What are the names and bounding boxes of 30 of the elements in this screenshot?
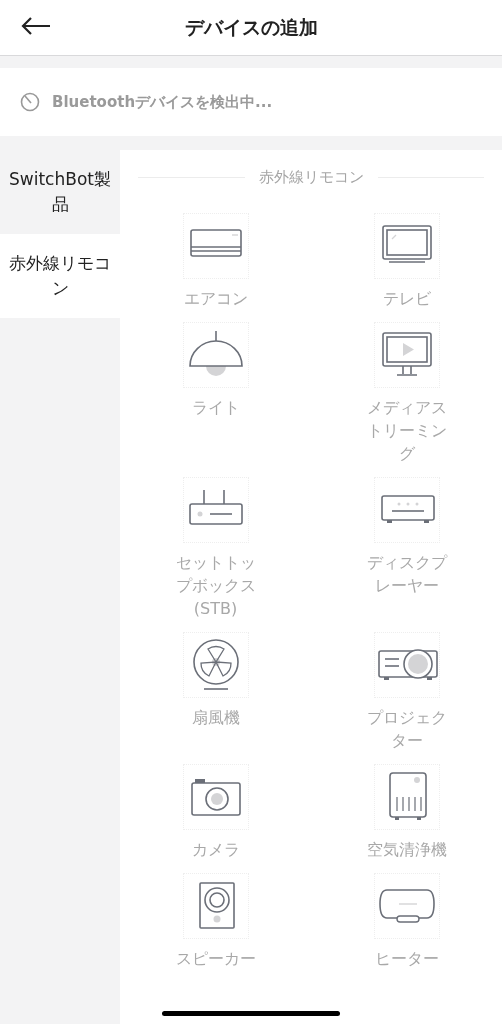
device-label: カメラ <box>190 838 241 861</box>
device-label: スピーカー <box>174 947 257 970</box>
device-label: セットトップボックス(STB) <box>174 551 257 620</box>
device-tile[interactable]: 空気清浄機 <box>311 763 502 861</box>
page-title: デバイスの追加 <box>184 15 318 41</box>
section-title: 赤外線リモコン <box>258 167 364 188</box>
device-label: 扇風機 <box>190 706 241 729</box>
device-label: ディスクプレーヤー <box>365 551 449 597</box>
device-tile[interactable]: エアコン <box>120 212 311 310</box>
scanning-status: Bluetoothデバイスを検出中... <box>52 91 273 113</box>
device-tile[interactable]: ライト <box>120 321 311 465</box>
device-label: エアコン <box>182 287 249 310</box>
device-label: ヒーター <box>373 947 440 970</box>
device-tile[interactable]: スピーカー <box>120 872 311 970</box>
device-label: プロジェクター <box>365 706 448 752</box>
device-label: 空気清浄機 <box>365 838 448 861</box>
device-tile[interactable]: メディアストリーミング <box>311 321 502 465</box>
back-arrow-icon <box>20 16 52 36</box>
device-label: テレビ <box>381 287 432 310</box>
device-tile[interactable]: セットトップボックス(STB) <box>120 476 311 620</box>
device-tile[interactable]: 扇風機 <box>120 631 311 752</box>
device-tile[interactable]: ヒーター <box>311 872 502 970</box>
device-label: ライト <box>190 396 241 419</box>
category-tab[interactable]: 赤外線リモコン <box>0 234 120 318</box>
timer-icon <box>20 92 40 112</box>
device-label: メディアストリーミング <box>365 396 448 465</box>
device-tile[interactable]: ディスクプレーヤー <box>311 476 502 620</box>
device-tile[interactable]: テレビ <box>311 212 502 310</box>
device-tile[interactable]: プロジェクター <box>311 631 502 752</box>
device-tile[interactable]: カメラ <box>120 763 311 861</box>
